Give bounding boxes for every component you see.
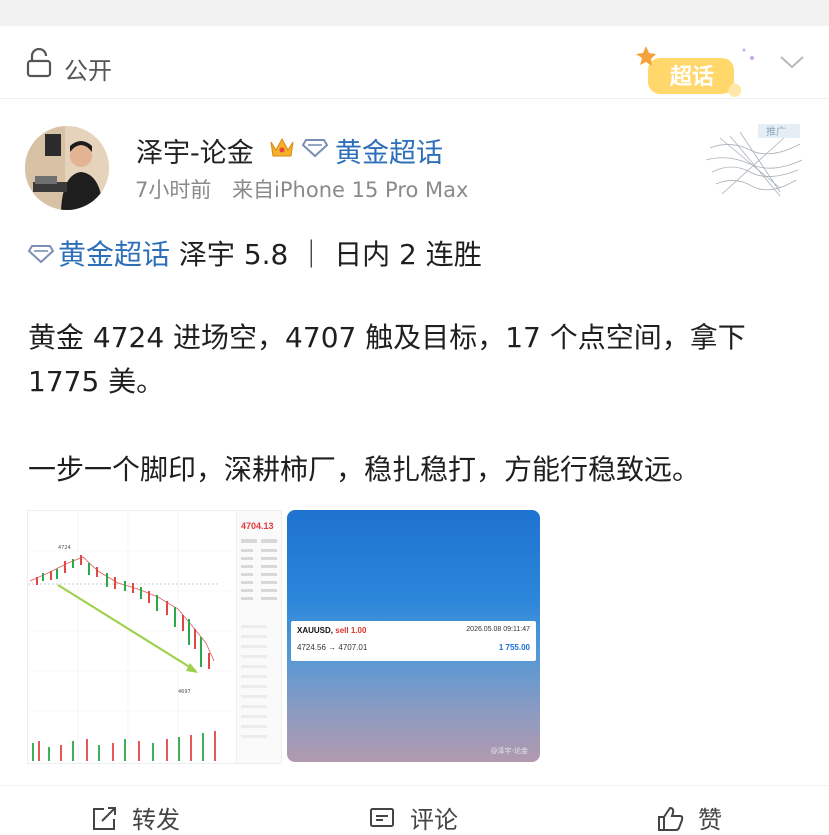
- price-panel: 4704.13: [236, 511, 281, 763]
- topic-link[interactable]: 黄金超话: [58, 238, 170, 271]
- thumbs-up-icon: [658, 806, 684, 831]
- post-time: 7小时前: [135, 178, 212, 202]
- repost-icon: [93, 807, 116, 830]
- comment-icon: [370, 808, 394, 827]
- post-paragraph-1: 黄金 4724 进场空，4707 触及目标，17 个点空间，拿下 1775 美。: [28, 321, 746, 398]
- trade-profit: 1 755.00: [498, 643, 530, 652]
- avatar[interactable]: [25, 126, 109, 210]
- action-bar: 转发 评论 赞: [0, 785, 829, 834]
- svg-text:推广: 推广: [766, 125, 786, 138]
- lock-icon: [26, 48, 52, 78]
- diamond-icon: [28, 245, 54, 264]
- chart-high-label: 4724: [58, 545, 71, 551]
- author-name[interactable]: 泽宇-论金: [136, 131, 254, 170]
- chart-screenshot-image[interactable]: 4724 4697 4704.13: [27, 510, 282, 764]
- post-source[interactable]: 来自iPhone 15 Pro Max: [232, 178, 468, 202]
- supertopic-badge-label: 超话: [670, 65, 714, 90]
- post-paragraph-2: 一步一个脚印，深耕柿厂，稳扎稳打，方能行稳致远。: [28, 453, 701, 486]
- trade-date: 2026.05.08 09:11:47: [466, 626, 530, 633]
- visibility-row: 公开 超话: [0, 26, 829, 99]
- post-meta: 7小时前 来自iPhone 15 Pro Max: [135, 174, 468, 204]
- trade-result-image[interactable]: XAUUSD, sell 1.00 2026.05.08 09:11:47 47…: [287, 510, 540, 762]
- crown-icon: [270, 137, 294, 157]
- supertopic-link[interactable]: 黄金超话: [335, 131, 443, 170]
- repost-label: 转发: [132, 806, 180, 834]
- trade-card: XAUUSD, sell 1.00 2026.05.08 09:11:47 47…: [291, 621, 536, 661]
- comment-label: 评论: [410, 806, 458, 834]
- trade-side: sell 1.00: [335, 626, 367, 635]
- image-watermark: @泽宇-论金: [490, 747, 528, 755]
- like-label: 赞: [698, 806, 722, 834]
- trade-prices: 4724.56 → 4707.01: [297, 643, 368, 652]
- chart-low-label: 4697: [178, 689, 191, 695]
- chevron-down-icon[interactable]: [778, 52, 806, 72]
- like-button[interactable]: 赞: [656, 800, 722, 835]
- topic-line: 黄金超话 泽宇 5.8 ｜ 日内 2 连胜: [28, 233, 482, 273]
- supertopic-badge-icon[interactable]: 超话: [632, 44, 762, 106]
- topic-title: 泽宇 5.8 ｜ 日内 2 连胜: [170, 238, 482, 271]
- top-band: [0, 0, 829, 26]
- trade-symbol: XAUUSD, sell 1.00: [297, 626, 367, 635]
- current-price: 4704.13: [241, 521, 274, 531]
- visibility-label[interactable]: 公开: [64, 51, 112, 86]
- diamond-icon: [302, 139, 328, 158]
- repost-button[interactable]: 转发: [90, 800, 180, 835]
- price-panel-rows: [241, 539, 277, 738]
- comment-button[interactable]: 评论: [368, 800, 458, 835]
- avatar-image: [25, 126, 109, 210]
- decorative-sticker: 推广: [705, 124, 803, 197]
